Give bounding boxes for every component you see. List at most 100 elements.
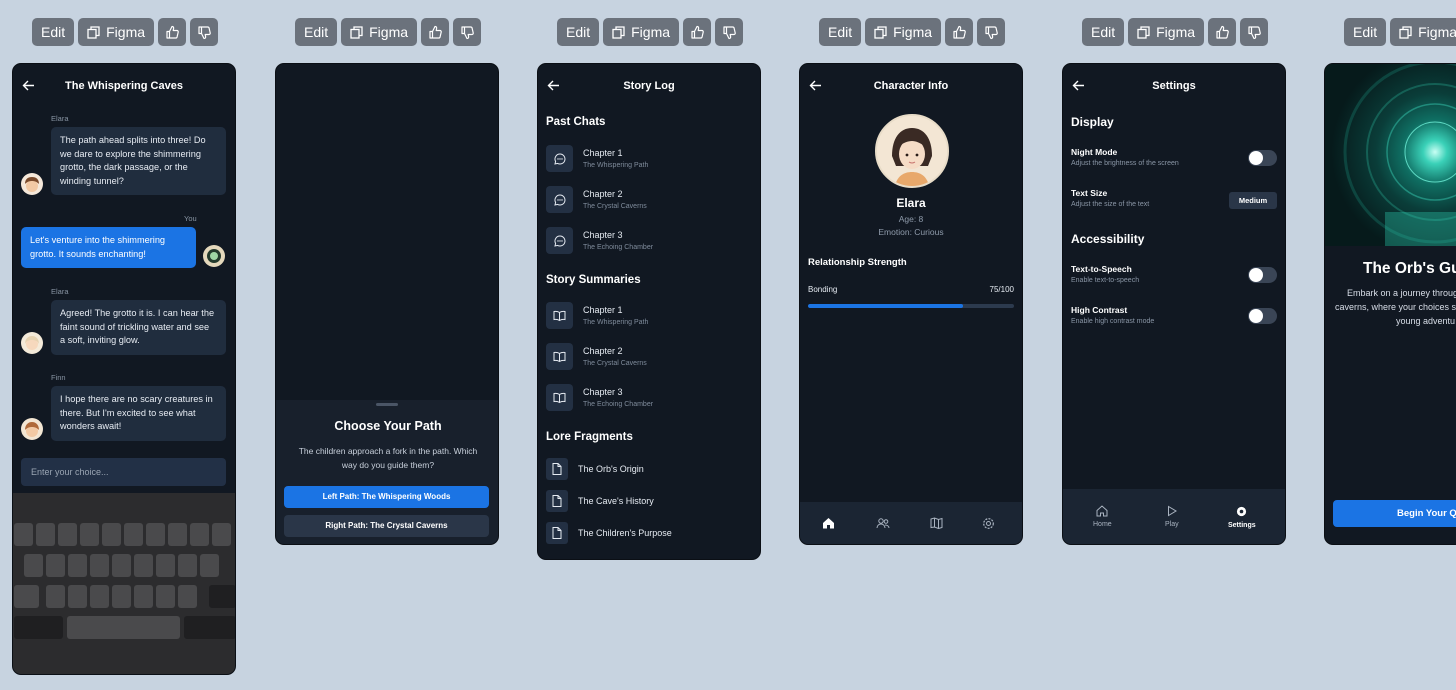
character-title: Character Info [873, 80, 949, 92]
key[interactable] [168, 523, 187, 546]
key[interactable] [90, 585, 109, 608]
thumbs-up-button[interactable] [158, 18, 187, 46]
design-toolbar: Edit Figma [1082, 18, 1269, 46]
key[interactable] [134, 585, 153, 608]
key[interactable] [112, 585, 131, 608]
key[interactable] [102, 523, 121, 546]
summary-item[interactable]: Chapter 1 The Whispering Path [546, 302, 752, 332]
nav-map[interactable] [930, 502, 943, 544]
space-key[interactable] [67, 616, 180, 639]
past-chat-item[interactable]: Chapter 2 The Crystal Caverns [546, 186, 752, 216]
summary-item[interactable]: Chapter 3 The Echoing Chamber [546, 384, 752, 414]
key[interactable] [178, 554, 197, 577]
nav-characters[interactable] [876, 502, 890, 544]
backspace-key[interactable] [209, 585, 235, 608]
key[interactable] [24, 554, 43, 577]
lore-title: The Children's Purpose [578, 528, 672, 538]
key[interactable] [112, 554, 131, 577]
sheet-handle[interactable] [376, 403, 398, 406]
message-bubble: I hope there are no scary creatures in t… [51, 386, 226, 441]
past-chat-item[interactable]: Chapter 3 The Echoing Chamber [546, 227, 752, 257]
key[interactable] [146, 523, 165, 546]
back-arrow-icon[interactable] [22, 79, 35, 92]
key[interactable] [134, 554, 153, 577]
key[interactable] [58, 523, 77, 546]
return-key[interactable] [184, 616, 235, 639]
figma-button[interactable]: Figma [341, 18, 418, 46]
numbers-key[interactable] [14, 616, 63, 639]
edit-button[interactable]: Edit [819, 18, 862, 46]
settings-title: Settings [1152, 80, 1196, 92]
message-line: wonders await! [60, 421, 122, 432]
key[interactable] [190, 523, 209, 546]
thumbs-down-button[interactable] [977, 18, 1006, 46]
book-icon [553, 310, 566, 321]
text-size-select[interactable]: Medium [1229, 192, 1277, 209]
right-path-button[interactable]: Right Path: The Crystal Caverns [284, 515, 489, 537]
figma-label: Figma [893, 24, 933, 40]
text-size-label: Text Size [1071, 188, 1108, 198]
key[interactable] [68, 554, 87, 577]
thumbs-up-button[interactable] [421, 18, 450, 46]
tts-toggle[interactable] [1248, 267, 1277, 283]
nav-settings[interactable] [982, 502, 995, 544]
tts-description: Enable text-to-speech [1071, 277, 1140, 284]
path-screen: Choose Your Path The children approach a… [275, 63, 499, 545]
key[interactable] [212, 523, 231, 546]
thumbs-up-button[interactable] [683, 18, 712, 46]
key[interactable] [36, 523, 55, 546]
key[interactable] [46, 585, 65, 608]
key[interactable] [178, 585, 197, 608]
back-arrow-icon[interactable] [547, 79, 560, 92]
edit-button[interactable]: Edit [295, 18, 338, 46]
choice-input[interactable]: Enter your choice... [21, 458, 226, 486]
key[interactable] [156, 585, 175, 608]
nav-play[interactable]: Play [1165, 489, 1179, 544]
key[interactable] [68, 585, 87, 608]
thumbs-down-button[interactable] [190, 18, 219, 46]
figma-label: Figma [106, 24, 146, 40]
nav-home[interactable]: Home [1093, 489, 1112, 544]
thumbs-up-button[interactable] [945, 18, 974, 46]
begin-quest-button[interactable]: Begin Your Qu [1333, 500, 1456, 527]
lore-item[interactable]: The Children's Purpose [546, 522, 752, 546]
figma-button[interactable]: Figma [78, 18, 155, 46]
item-subtitle: The Crystal Caverns [583, 360, 647, 367]
lore-item[interactable]: The Cave's History [546, 490, 752, 514]
key[interactable] [124, 523, 143, 546]
shift-key[interactable] [14, 585, 39, 608]
figma-button[interactable]: Figma [865, 18, 942, 46]
thumbs-down-button[interactable] [715, 18, 744, 46]
item-title: Chapter 1 [583, 305, 623, 315]
key[interactable] [46, 554, 65, 577]
back-arrow-icon[interactable] [809, 79, 822, 92]
edit-button[interactable]: Edit [32, 18, 75, 46]
thumbs-down-button[interactable] [1240, 18, 1269, 46]
on-screen-keyboard[interactable] [13, 493, 235, 674]
night-mode-toggle[interactable] [1248, 150, 1277, 166]
summary-item[interactable]: Chapter 2 The Crystal Caverns [546, 343, 752, 373]
item-title: Chapter 3 [583, 230, 623, 240]
past-chat-item[interactable]: Chapter 1 The Whispering Path [546, 145, 752, 175]
back-arrow-icon[interactable] [1072, 79, 1085, 92]
lore-item[interactable]: The Orb's Origin [546, 458, 752, 482]
figma-button[interactable]: Figma [603, 18, 680, 46]
thumbs-up-button[interactable] [1208, 18, 1237, 46]
chat-bubble-icon [553, 193, 565, 206]
key[interactable] [156, 554, 175, 577]
figma-button[interactable]: Figma [1390, 18, 1456, 46]
figma-button[interactable]: Figma [1128, 18, 1205, 46]
key[interactable] [80, 523, 99, 546]
left-path-button[interactable]: Left Path: The Whispering Woods [284, 486, 489, 508]
thumbs-down-button[interactable] [453, 18, 482, 46]
lore-title: The Cave's History [578, 496, 654, 506]
key[interactable] [200, 554, 219, 577]
key[interactable] [14, 523, 33, 546]
edit-button[interactable]: Edit [1082, 18, 1125, 46]
high-contrast-toggle[interactable] [1248, 308, 1277, 324]
edit-button[interactable]: Edit [1344, 18, 1387, 46]
nav-settings[interactable]: Settings [1228, 489, 1256, 544]
nav-home[interactable] [822, 502, 835, 544]
edit-button[interactable]: Edit [557, 18, 600, 46]
key[interactable] [90, 554, 109, 577]
